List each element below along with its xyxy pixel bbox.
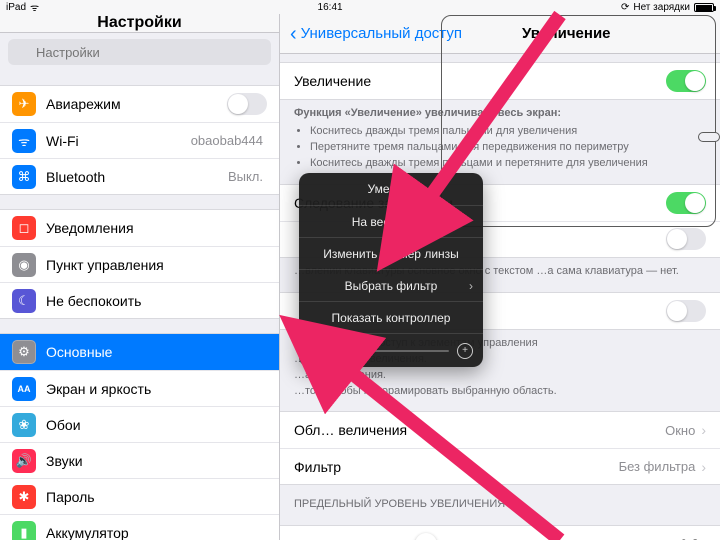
- sounds-label: Звуки: [46, 453, 267, 469]
- bluetooth-icon: ⌘: [12, 165, 36, 189]
- display-label: Экран и яркость: [46, 381, 267, 397]
- sidebar: Настройки 🔍 ✈ Авиарежим ᯤ Wi-Fi obaobab4…: [0, 14, 280, 540]
- chevron-right-icon: ›: [701, 459, 706, 475]
- general-icon: ⚙: [12, 340, 36, 364]
- sidebar-title: Настройки: [0, 14, 279, 33]
- popover-resize-lens[interactable]: Изменить размер линзы: [299, 237, 483, 269]
- zoom-filter-value: Без фильтра: [619, 459, 696, 474]
- chevron-right-icon: ›: [701, 422, 706, 438]
- bluetooth-value: Выкл.: [228, 169, 263, 184]
- wifi-value: obaobab444: [191, 133, 263, 148]
- zoom-region-value: Окно: [665, 423, 695, 438]
- search-input[interactable]: [8, 39, 271, 65]
- zoom-region-row[interactable]: Обл… величения Окно ›: [280, 412, 720, 448]
- battery-label: Аккумулятор: [46, 525, 267, 540]
- battery-row-icon: ▮: [12, 521, 36, 540]
- zoom-switch[interactable]: [666, 70, 706, 92]
- wallpaper-icon: ❀: [12, 413, 36, 437]
- airplane-label: Авиарежим: [46, 96, 227, 112]
- zoom-popover: Умень… На весь экран Изменить размер лин…: [299, 173, 483, 367]
- status-bar: iPad ᯤ 16:41 ⟳ Нет зарядки: [0, 0, 720, 14]
- wifi-row-icon: ᯤ: [12, 129, 36, 153]
- zoom-in-icon[interactable]: +: [457, 343, 473, 359]
- sidebar-item-display[interactable]: AA Экран и яркость: [0, 370, 279, 406]
- popover-fullscreen-label: На весь экран: [352, 215, 431, 229]
- status-time: 16:41: [318, 2, 343, 13]
- general-label: Основные: [46, 344, 267, 360]
- popover-zoom-out-label: Умень…: [368, 182, 415, 196]
- zoom-hint-2: Перетяните тремя пальцами для передвижен…: [310, 140, 706, 156]
- dnd-icon: ☾: [12, 289, 36, 313]
- sidebar-item-control-center[interactable]: ◉ Пункт управления: [0, 246, 279, 282]
- zoom-filter-label: Фильтр: [294, 459, 619, 475]
- max-zoom-value: 6,2x: [670, 536, 706, 540]
- device-label: iPad: [6, 2, 26, 13]
- wifi-icon: ᯤ: [30, 0, 39, 14]
- airplane-icon: ✈: [12, 92, 36, 116]
- sidebar-item-notifications[interactable]: ◻ Уведомления: [0, 210, 279, 246]
- airplane-switch[interactable]: [227, 93, 267, 115]
- zoom-filter-row[interactable]: Фильтр Без фильтра ›: [280, 448, 720, 484]
- battery-icon: [694, 3, 714, 12]
- sidebar-item-dnd[interactable]: ☾ Не беспокоить: [0, 282, 279, 318]
- chevron-left-icon: ‹: [290, 24, 297, 44]
- popover-zoom-slider[interactable]: – +: [299, 333, 483, 367]
- zoom-out-icon[interactable]: –: [309, 343, 325, 359]
- zoom-hint: Функция «Увеличение» увеличивает весь эк…: [280, 100, 720, 172]
- zoom-hint-3: Коснитесь дважды тремя пальцами и перетя…: [310, 156, 706, 172]
- popover-choose-filter[interactable]: Выбрать фильтр ›: [299, 269, 483, 301]
- notifications-label: Уведомления: [46, 220, 267, 236]
- wallpaper-label: Обои: [46, 417, 267, 433]
- detail-header: ‹ Универсальный доступ Увеличение: [280, 14, 720, 54]
- back-button[interactable]: ‹ Универсальный доступ: [290, 24, 462, 44]
- sidebar-item-airplane[interactable]: ✈ Авиарежим: [0, 86, 279, 122]
- charging-label: Нет зарядки: [633, 2, 690, 13]
- passcode-label: Пароль: [46, 489, 267, 505]
- smart-typing-switch[interactable]: [666, 228, 706, 250]
- charging-icon: ⟳: [621, 2, 629, 13]
- zoom-region-label: Обл… величения: [294, 422, 665, 438]
- zoom-toggle-row[interactable]: Увеличение: [280, 63, 720, 99]
- follow-focus-switch[interactable]: [666, 192, 706, 214]
- zoom-hint-title: Функция «Увеличение» увеличивает весь эк…: [294, 107, 561, 119]
- control-center-icon: ◉: [12, 253, 36, 277]
- page-title: Увеличение: [522, 25, 611, 42]
- passcode-icon: ✱: [12, 485, 36, 509]
- max-zoom-caption: ПРЕДЕЛЬНЫЙ УРОВЕНЬ УВЕЛИЧЕНИЯ: [280, 485, 720, 513]
- popover-resize-lens-label: Изменить размер линзы: [323, 247, 459, 261]
- display-icon: AA: [12, 377, 36, 401]
- zoom-hint-1: Коснитесь дважды тремя пальцами для увел…: [310, 124, 706, 140]
- max-zoom-slider-row: 6,2x: [280, 526, 720, 540]
- sidebar-item-passcode[interactable]: ✱ Пароль: [0, 478, 279, 514]
- control-center-label: Пункт управления: [46, 257, 267, 273]
- popover-zoom-out[interactable]: Умень…: [299, 173, 483, 205]
- back-label: Универсальный доступ: [301, 25, 462, 42]
- sidebar-group-3: ⚙ Основные AA Экран и яркость ❀ Обои 🔊 З…: [0, 333, 279, 540]
- sounds-icon: 🔊: [12, 449, 36, 473]
- popover-choose-filter-label: Выбрать фильтр: [345, 279, 438, 293]
- sidebar-item-general[interactable]: ⚙ Основные: [0, 334, 279, 370]
- sidebar-item-wallpaper[interactable]: ❀ Обои: [0, 406, 279, 442]
- sidebar-item-bluetooth[interactable]: ⌘ Bluetooth Выкл.: [0, 158, 279, 194]
- bluetooth-label: Bluetooth: [46, 169, 228, 185]
- notifications-icon: ◻: [12, 216, 36, 240]
- dnd-label: Не беспокоить: [46, 293, 267, 309]
- sidebar-item-battery[interactable]: ▮ Аккумулятор: [0, 514, 279, 540]
- popover-fullscreen[interactable]: На весь экран: [299, 205, 483, 237]
- popover-show-controller-label: Показать контроллер: [332, 311, 451, 325]
- sidebar-group-2: ◻ Уведомления ◉ Пункт управления ☾ Не бе…: [0, 209, 279, 319]
- show-controller-switch[interactable]: [666, 300, 706, 322]
- popover-show-controller[interactable]: Показать контроллер: [299, 301, 483, 333]
- chevron-right-icon: ›: [469, 279, 473, 293]
- sidebar-item-wifi[interactable]: ᯤ Wi-Fi obaobab444: [0, 122, 279, 158]
- wifi-label: Wi-Fi: [46, 133, 191, 149]
- sidebar-item-sounds[interactable]: 🔊 Звуки: [0, 442, 279, 478]
- sidebar-group-1: ✈ Авиарежим ᯤ Wi-Fi obaobab444 ⌘ Bluetoo…: [0, 85, 279, 195]
- zoom-toggle-label: Увеличение: [294, 73, 666, 89]
